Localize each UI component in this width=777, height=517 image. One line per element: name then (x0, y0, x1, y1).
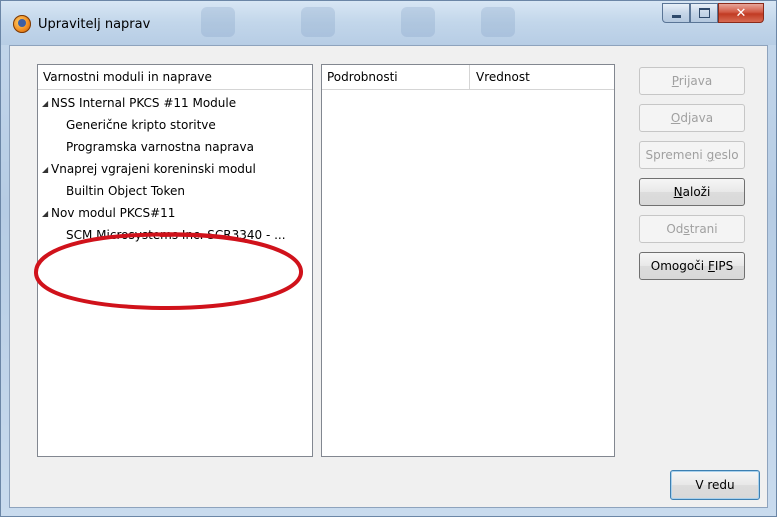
details-header: Podrobnosti Vrednost (322, 65, 614, 90)
login-button[interactable]: Prijava (639, 67, 745, 95)
change-password-button[interactable]: Spremeni geslo (639, 141, 745, 169)
tree-node-label: NSS Internal PKCS #11 Module (51, 96, 237, 110)
logout-button[interactable]: Odjava (639, 104, 745, 132)
tree-module-node[interactable]: ◢ Vnaprej vgrajeni koreninski modul (38, 158, 312, 180)
change-password-label-post: eslo (714, 148, 739, 162)
tree-module-node[interactable]: ◢ NSS Internal PKCS #11 Module (38, 92, 312, 114)
expand-triangle-icon[interactable]: ◢ (42, 203, 50, 225)
titlebar-decoration (201, 7, 235, 37)
value-column-header[interactable]: Vrednost (470, 65, 530, 89)
maximize-button[interactable] (690, 3, 718, 23)
titlebar-decoration (481, 7, 515, 37)
tree-node-label: Builtin Object Token (66, 184, 186, 198)
details-column-header[interactable]: Podrobnosti (322, 65, 470, 89)
enable-fips-button[interactable]: Omogoči FIPS (639, 252, 745, 280)
action-buttons: Prijava Odjava Spremeni geslo Naloži Ods… (624, 67, 760, 289)
tree-node-label: Programska varnostna naprava (66, 140, 254, 154)
remove-label-post: trani (689, 222, 718, 236)
firefox-app-icon (13, 15, 31, 33)
tree-node-label: Generične kripto storitve (66, 118, 216, 132)
fips-label-pre: Omogoči (650, 259, 708, 273)
tree-device-node[interactable]: Programska varnostna naprava (38, 136, 312, 158)
maximize-icon (698, 8, 710, 18)
tree-column-header: Varnostni moduli in naprave (43, 70, 212, 84)
security-modules-tree[interactable]: Varnostni moduli in naprave ◢ NSS Interna… (37, 64, 313, 457)
tree-node-label: Vnaprej vgrajeni koreninski modul (51, 162, 256, 176)
tree-header[interactable]: Varnostni moduli in naprave (38, 65, 312, 90)
login-label-post: rijava (678, 74, 713, 88)
load-label-post: aloži (682, 185, 711, 199)
expand-triangle-icon[interactable]: ◢ (42, 93, 50, 115)
tree-list: ◢ NSS Internal PKCS #11 Module Generične k… (38, 90, 312, 246)
remove-button[interactable]: Odstrani (639, 215, 745, 243)
tree-device-node[interactable]: Generične kripto storitve (38, 114, 312, 136)
fips-label-accel: F (707, 259, 715, 273)
login-label-accel: P (671, 74, 679, 88)
close-icon: ✕ (735, 5, 747, 21)
caption-buttons: ✕ (662, 3, 764, 25)
fips-label-post: IPS (714, 259, 734, 273)
details-table[interactable]: Podrobnosti Vrednost (321, 64, 615, 457)
ok-button[interactable]: V redu (670, 470, 760, 500)
minimize-icon (671, 14, 681, 18)
remove-label-pre: Od (666, 222, 684, 236)
logout-label-post: djava (680, 111, 714, 125)
titlebar-decoration (301, 7, 335, 37)
device-manager-window: Upravitelj naprav ✕ Varnostni moduli in … (0, 0, 777, 517)
titlebar-decoration (401, 7, 435, 37)
title-bar[interactable]: Upravitelj naprav ✕ (1, 1, 776, 45)
tree-device-node[interactable]: Builtin Object Token (38, 180, 312, 202)
load-button[interactable]: Naloži (639, 178, 745, 206)
tree-module-node[interactable]: ◢ Nov modul PKCS#11 (38, 202, 312, 224)
window-title: Upravitelj naprav (38, 17, 151, 32)
load-label-accel: N (673, 185, 683, 199)
tree-device-node[interactable]: SCM Microsystems Inc. SCR3340 - ... (38, 224, 312, 246)
logout-label-accel: O (670, 111, 681, 125)
dialog-client-area: Varnostni moduli in naprave ◢ NSS Interna… (9, 45, 768, 508)
change-password-label-pre: Spremeni (645, 148, 707, 162)
minimize-button[interactable] (662, 3, 690, 23)
tree-node-label: SCM Microsystems Inc. SCR3340 - ... (66, 228, 286, 242)
expand-triangle-icon[interactable]: ◢ (42, 159, 50, 181)
close-button[interactable]: ✕ (718, 3, 764, 23)
tree-node-label: Nov modul PKCS#11 (51, 206, 176, 220)
